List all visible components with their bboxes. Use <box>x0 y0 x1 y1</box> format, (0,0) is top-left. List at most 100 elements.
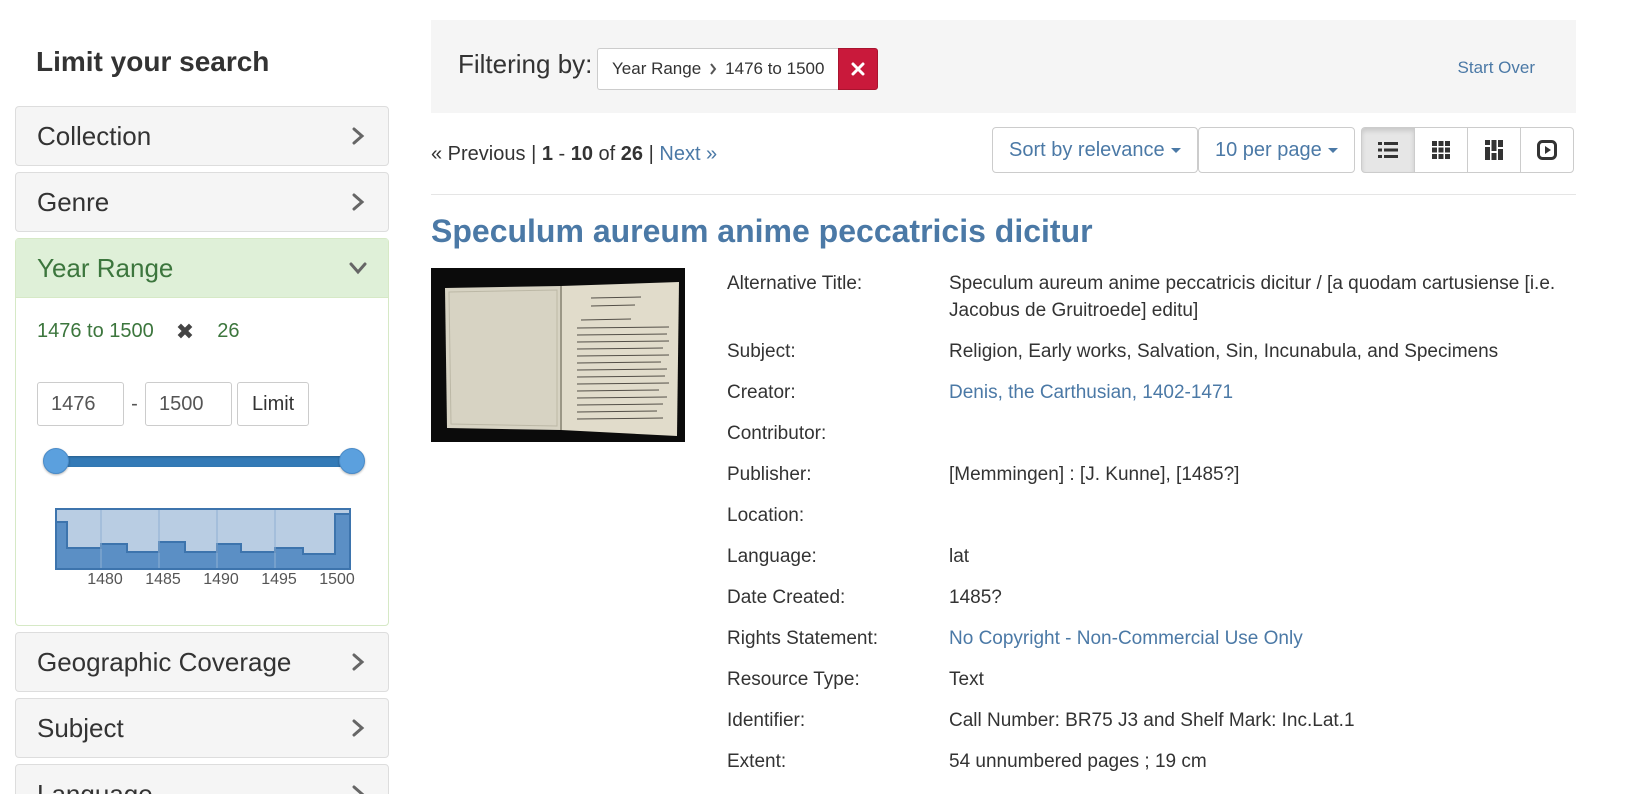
facet-genre: Genre <box>15 172 389 232</box>
facet-year-range-title: Year Range <box>37 252 174 283</box>
chevron-right-icon <box>348 718 368 738</box>
field-label: Subject: <box>727 341 796 362</box>
pager-dash: - <box>558 143 571 165</box>
year-range-body: 1476 to 1500 ✖ 26 - Limit <box>16 298 388 625</box>
histogram-tick-label: 1485 <box>145 571 181 588</box>
slideshow-icon <box>1537 140 1557 160</box>
remove-icon[interactable]: ✖ <box>176 320 194 343</box>
facet-genre-title: Genre <box>37 186 110 217</box>
pager-separator: | <box>531 143 542 165</box>
view-type-group <box>1361 127 1574 173</box>
view-gallery-button[interactable] <box>1414 127 1468 173</box>
view-masonry-button[interactable] <box>1467 127 1521 173</box>
selected-year-range: 1476 to 1500 ✖ 26 <box>37 320 239 343</box>
histogram-tick-label: 1495 <box>261 571 297 588</box>
facet-year-range: Year Range 1476 to 1500 ✖ 26 - Limit <box>15 238 389 626</box>
constraint-value[interactable]: Year Range 1476 to 1500 <box>597 48 839 90</box>
field-value: lat <box>949 546 970 567</box>
previous-link[interactable]: « Previous <box>431 143 526 165</box>
filter-bar: Filtering by: Year Range 1476 to 1500 St… <box>431 20 1576 113</box>
field-label: Creator: <box>727 382 796 403</box>
field-label: Identifier: <box>727 710 806 731</box>
search-controls: « Previous | 1 - 10 of 26 | Next » Sort … <box>431 113 1576 195</box>
chevron-right-icon <box>348 126 368 146</box>
field-label: Alternative Title: <box>727 273 863 294</box>
page-end: 10 <box>570 143 593 165</box>
field-value: Speculum aureum anime peccatricis dicitu… <box>949 273 1556 321</box>
constraint-field-value: 1476 to 1500 <box>725 59 825 78</box>
facet-language-toggle[interactable]: Language <box>16 765 388 794</box>
slider-handle-max[interactable] <box>339 448 365 474</box>
chevron-right-icon <box>348 652 368 672</box>
selected-year-range-value: 1476 to 1500 <box>37 320 154 342</box>
per-page-dropdown[interactable]: 10 per page <box>1198 127 1355 173</box>
sort-label: Sort by relevance <box>1009 138 1165 161</box>
field-label: Resource Type: <box>727 669 860 690</box>
close-icon <box>851 62 865 76</box>
masonry-icon <box>1485 140 1503 160</box>
chevron-right-icon <box>348 784 368 794</box>
pager-separator: | <box>648 143 660 165</box>
page-entries: « Previous | 1 - 10 of 26 | Next » <box>431 143 717 166</box>
facet-subject: Subject <box>15 698 389 758</box>
slider-track <box>55 456 353 467</box>
chevron-right-icon <box>709 63 717 75</box>
year-range-form: - Limit <box>37 382 310 426</box>
creator-link[interactable]: Denis, the Carthusian, 1402-1471 <box>949 379 1569 406</box>
histogram-tick-label: 1500 <box>319 571 355 588</box>
field-value: 1485? <box>949 587 1002 608</box>
facet-collection-toggle[interactable]: Collection <box>16 107 388 165</box>
facet-genre-toggle[interactable]: Genre <box>16 173 388 231</box>
range-begin-input[interactable] <box>37 382 124 426</box>
chevron-right-icon <box>348 192 368 212</box>
field-label: Rights Statement: <box>727 628 879 649</box>
year-range-slider[interactable] <box>43 446 365 476</box>
facet-subject-toggle[interactable]: Subject <box>16 699 388 757</box>
list-icon <box>1378 142 1398 158</box>
field-label: Publisher: <box>727 464 812 485</box>
caret-down-icon <box>1170 147 1181 153</box>
histogram-tick-label: 1480 <box>87 571 123 588</box>
field-value: Call Number: BR75 J3 and Shelf Mark: Inc… <box>949 710 1355 731</box>
view-slideshow-button[interactable] <box>1520 127 1574 173</box>
sort-dropdown[interactable]: Sort by relevance <box>992 127 1198 173</box>
page-start: 1 <box>541 143 553 165</box>
range-end-input[interactable] <box>145 382 232 426</box>
field-label: Extent: <box>727 751 787 772</box>
facet-geographic-coverage-toggle[interactable]: Geographic Coverage <box>16 633 388 691</box>
field-value: Text <box>949 669 984 690</box>
facet-year-range-toggle[interactable]: Year Range <box>16 239 388 298</box>
rights-statement-link[interactable]: No Copyright - Non-Commercial Use Only <box>949 625 1569 652</box>
facet-geographic-coverage: Geographic Coverage <box>15 632 389 692</box>
field-value: 54 unnumbered pages ; 19 cm <box>949 751 1207 772</box>
slider-handle-min[interactable] <box>43 448 69 474</box>
facet-collection: Collection <box>15 106 389 166</box>
main-content: Filtering by: Year Range 1476 to 1500 St… <box>431 20 1576 772</box>
facet-language-title: Language <box>37 778 153 794</box>
constraint-field: Year Range <box>612 59 702 78</box>
field-label: Location: <box>727 505 805 526</box>
result-title-link[interactable]: Speculum aureum anime peccatricis dicitu… <box>431 213 1093 250</box>
filter-label: Filtering by: <box>458 49 593 79</box>
manuscript-image <box>431 268 685 442</box>
constraint-year-range: Year Range 1476 to 1500 <box>597 48 879 90</box>
total-count: 26 <box>620 143 644 165</box>
gallery-icon <box>1432 141 1450 159</box>
per-page-label: 10 per page <box>1215 138 1322 161</box>
limit-button[interactable]: Limit <box>237 382 310 426</box>
range-dash: - <box>131 392 138 415</box>
remove-constraint-button[interactable] <box>838 48 879 90</box>
field-value: Religion, Early works, Salvation, Sin, I… <box>949 341 1499 362</box>
next-link[interactable]: Next » <box>659 143 717 165</box>
pager-of: of <box>598 143 616 165</box>
facet-language: Language <box>15 764 389 794</box>
field-label: Date Created: <box>727 587 846 608</box>
facet-collection-title: Collection <box>37 120 152 151</box>
view-list-button[interactable] <box>1361 127 1415 173</box>
chevron-down-icon <box>348 258 368 278</box>
selected-year-range-count: 26 <box>217 320 240 342</box>
facet-subject-title: Subject <box>37 712 124 743</box>
histogram-axis-labels: 1480 1485 1490 1495 1500 <box>16 571 390 593</box>
result-thumbnail[interactable] <box>431 268 685 442</box>
start-over-link[interactable]: Start Over <box>1458 58 1535 78</box>
